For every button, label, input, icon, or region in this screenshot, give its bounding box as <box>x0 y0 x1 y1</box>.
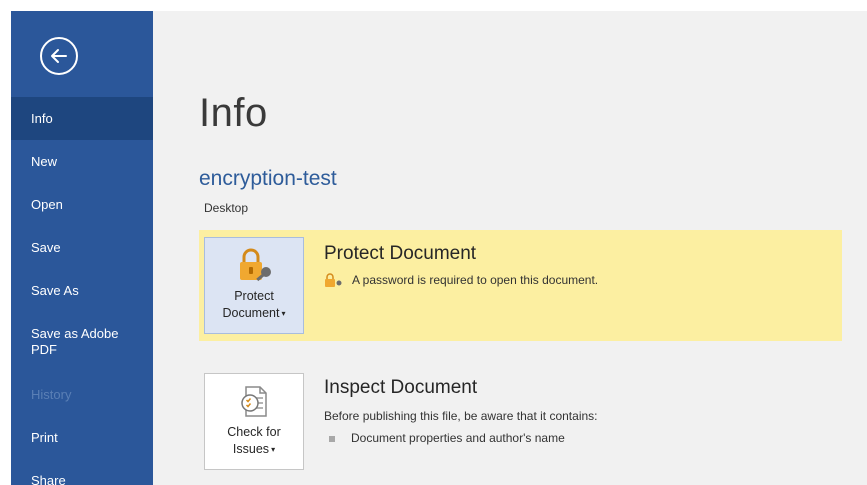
backstage-sidebar: Info New Open Save Save As Save as Adobe… <box>11 11 153 485</box>
nav-item-label: Open <box>31 197 63 212</box>
inspect-description: Before publishing this file, be aware th… <box>324 409 598 423</box>
dropdown-caret-icon: ▾ <box>281 309 286 319</box>
nav-item-label: Save As <box>31 283 79 298</box>
nav-item-label: Print <box>31 430 58 445</box>
nav-item-label: Save <box>31 240 61 255</box>
lock-key-small-icon <box>325 273 342 287</box>
document-name: encryption-test <box>199 167 337 190</box>
nav-item-label: Share <box>31 473 66 485</box>
window-top-strip <box>0 0 867 11</box>
check-button-line1: Check for <box>227 425 281 439</box>
nav-item-save-as[interactable]: Save As <box>11 269 153 312</box>
window-left-gutter <box>0 11 11 485</box>
lock-key-icon <box>235 246 275 286</box>
check-for-issues-button[interactable]: Check for Issues ▾ <box>204 373 304 470</box>
nav-item-open[interactable]: Open <box>11 183 153 226</box>
protect-document-title: Protect Document <box>324 243 477 264</box>
protect-document-button[interactable]: Protect Document ▾ <box>204 237 304 334</box>
nav-item-save[interactable]: Save <box>11 226 153 269</box>
inspect-bullet: Document properties and author's name <box>329 431 565 445</box>
nav-item-print[interactable]: Print <box>11 416 153 459</box>
check-for-issues-icon <box>235 382 275 422</box>
bullet-square-icon <box>329 435 335 442</box>
inspect-document-title: Inspect Document <box>324 377 478 398</box>
nav-item-new[interactable]: New <box>11 140 153 183</box>
nav-item-share[interactable]: Share <box>11 459 153 485</box>
dropdown-caret-icon: ▾ <box>271 445 276 455</box>
protect-button-line1: Protect <box>234 289 274 303</box>
nav-item-history: History <box>11 373 153 416</box>
nav-item-label: Info <box>31 111 53 126</box>
nav-item-label: History <box>31 387 72 402</box>
info-pane: Info encryption-test Desktop Protect Doc… <box>153 11 867 485</box>
check-button-line2: Issues <box>232 442 270 456</box>
back-button[interactable] <box>40 37 78 75</box>
protect-document-section: Protect Document ▾ Protect Document A pas… <box>199 230 842 341</box>
nav-item-label: New <box>31 154 58 169</box>
protect-status-text: A password is required to open this docu… <box>352 273 599 287</box>
nav-item-save-as-adobe-pdf[interactable]: Save as Adobe PDF <box>11 316 153 372</box>
protect-status: A password is required to open this docu… <box>324 272 598 288</box>
page-title: Info <box>199 91 268 135</box>
nav-item-info[interactable]: Info <box>11 97 153 140</box>
back-arrow-icon <box>51 49 67 63</box>
inspect-bullet-text: Document properties and author's name <box>351 431 565 445</box>
document-location: Desktop <box>204 201 249 215</box>
protect-button-line2: Document <box>222 306 280 320</box>
nav-item-label: Save as Adobe PDF <box>31 326 119 357</box>
inspect-document-section: Check for Issues ▾ Inspect Document Befor… <box>199 361 842 485</box>
